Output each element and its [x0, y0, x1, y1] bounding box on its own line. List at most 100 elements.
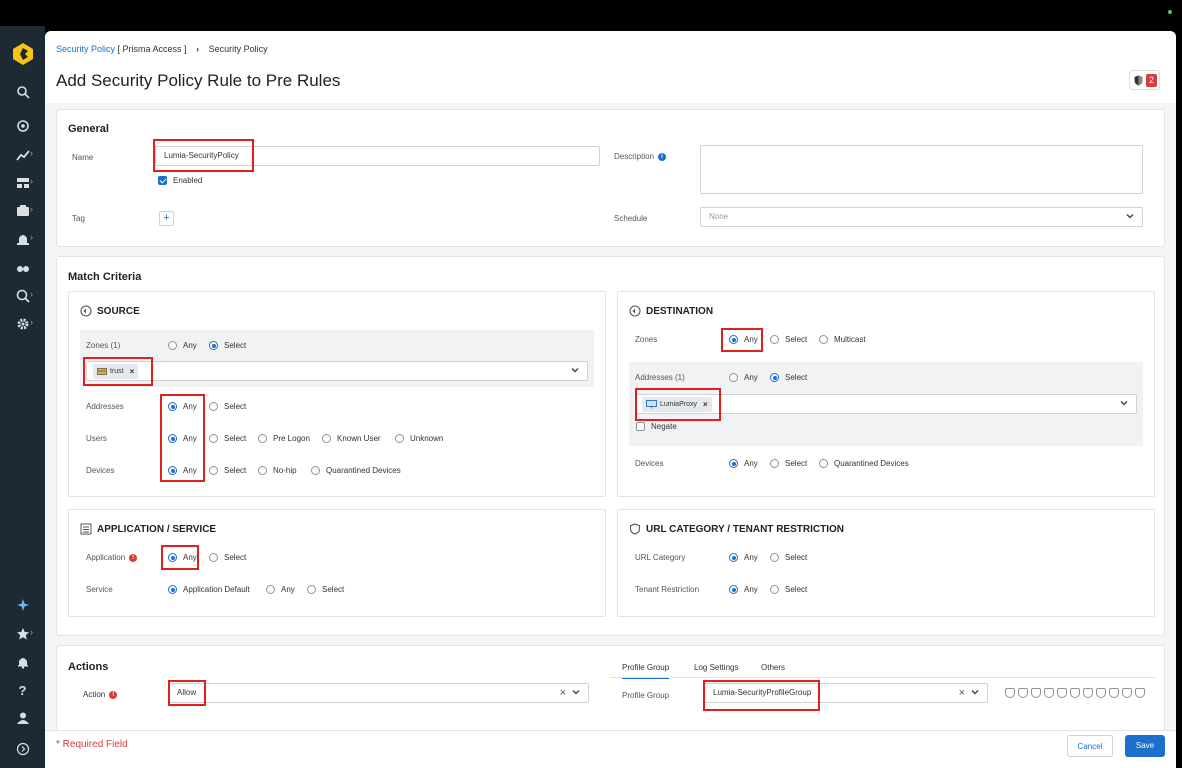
application-select-radio[interactable]: Select [209, 553, 246, 562]
destination-zones-label: Zones [635, 335, 658, 344]
nav-settings-icon[interactable]: › [0, 314, 45, 334]
page-title: Add Security Policy Rule to Pre Rules [56, 71, 341, 90]
url-select-radio[interactable]: Select [770, 553, 807, 562]
prisma-logo-icon[interactable] [12, 42, 34, 66]
nav-notifications-icon[interactable] [0, 652, 45, 672]
service-any-radio[interactable]: Any [266, 585, 295, 594]
tag-label: Tag [72, 214, 85, 223]
description-textarea[interactable] [700, 145, 1143, 194]
dest-devices-any-radio[interactable]: Any [729, 459, 758, 468]
destination-title: DESTINATION [629, 305, 713, 317]
dest-devices-select-radio[interactable]: Select [770, 459, 807, 468]
service-select-radio[interactable]: Select [307, 585, 344, 594]
source-devices-nohip-radio[interactable]: No-hip [258, 466, 297, 475]
nav-favorites-icon[interactable]: › [0, 624, 45, 644]
url-category-title: URL CATEGORY / TENANT RESTRICTION [629, 523, 844, 535]
tenant-any-radio[interactable]: Any [729, 585, 758, 594]
source-zones-input[interactable] [86, 361, 588, 381]
schedule-label: Schedule [614, 214, 648, 223]
http-header-icon [1135, 688, 1145, 698]
main-panel: Security Policy [ Prisma Access ] › Secu… [45, 31, 1176, 768]
service-app-default-radio[interactable]: Application Default [168, 585, 250, 594]
nav-reports-icon[interactable]: › [0, 286, 45, 306]
profile-icons [1005, 688, 1145, 698]
source-zones-any-radio[interactable]: Any [168, 341, 197, 350]
dest-addresses-any-radio[interactable]: Any [729, 373, 758, 382]
match-criteria-card: Match Criteria SOURCE Zones (1) Any Sele… [56, 256, 1165, 636]
breadcrumb-scope: [ Prisma Access ] [117, 44, 187, 54]
nav-manage-icon[interactable]: › [0, 173, 45, 193]
users-unknown-radio[interactable]: Unknown [395, 434, 443, 443]
action-select[interactable]: Allow × [168, 683, 589, 703]
dest-devices-label: Devices [635, 459, 664, 468]
zone-tag-highlight [83, 357, 153, 386]
url-category-panel: URL CATEGORY / TENANT RESTRICTION URL Ca… [617, 509, 1155, 617]
application-service-panel: APPLICATION / SERVICE Application! Any S… [68, 509, 606, 617]
nav-ai-sparkle-icon[interactable] [0, 595, 45, 615]
users-known-user-radio[interactable]: Known User [322, 434, 381, 443]
nav-insights-icon[interactable] [0, 258, 45, 278]
nav-help-icon[interactable]: ? [0, 680, 45, 700]
application-list-icon [80, 523, 92, 535]
form-footer [45, 730, 1176, 768]
tab-log-settings[interactable]: Log Settings [694, 663, 738, 672]
nav-incidents-icon[interactable]: › [0, 229, 45, 249]
users-prelogon-radio[interactable]: Pre Logon [258, 434, 310, 443]
page-header: Security Policy [ Prisma Access ] › Secu… [45, 31, 1176, 103]
chevron-down-icon [571, 368, 579, 373]
dest-zones-select-radio[interactable]: Select [770, 335, 807, 344]
url-any-radio[interactable]: Any [729, 553, 758, 562]
status-dot [1168, 10, 1172, 14]
users-select-radio[interactable]: Select [209, 434, 246, 443]
source-addresses-select-radio[interactable]: Select [209, 402, 246, 411]
dest-addresses-select-radio[interactable]: Select [770, 373, 807, 382]
schedule-value: None [709, 212, 729, 221]
saas-security-icon [1109, 688, 1119, 698]
enabled-checkbox[interactable] [158, 176, 167, 185]
badge-count: 2 [1146, 73, 1157, 87]
nav-dashboard-icon[interactable] [0, 116, 45, 136]
chevron-down-icon [572, 690, 580, 695]
match-criteria-title: Match Criteria [68, 271, 142, 283]
nav-user-icon[interactable] [0, 708, 45, 728]
actions-title: Actions [68, 661, 109, 673]
source-zones-select-radio[interactable]: Select [209, 341, 246, 350]
dest-addresses-label: Addresses (1) [635, 373, 685, 382]
tenant-restriction-label: Tenant Restriction [635, 585, 700, 594]
schedule-select[interactable]: None [700, 207, 1143, 227]
data-filtering-icon [1070, 688, 1080, 698]
source-devices-quarantined-radio[interactable]: Quarantined Devices [311, 466, 401, 475]
nav-workflows-icon[interactable]: › [0, 201, 45, 221]
dest-devices-quarantined-radio[interactable]: Quarantined Devices [819, 459, 909, 468]
nav-activity-icon[interactable]: › [0, 145, 45, 165]
cancel-button[interactable]: Cancel [1067, 735, 1113, 757]
name-highlight [153, 139, 254, 172]
clear-icon[interactable]: × [560, 684, 566, 702]
negate-checkbox[interactable] [636, 422, 645, 431]
clear-icon[interactable]: × [959, 684, 965, 702]
source-panel: SOURCE Zones (1) Any Select trust × Addre… [68, 291, 606, 497]
source-devices-select-radio[interactable]: Select [209, 466, 246, 475]
description-label: Description i [614, 152, 667, 161]
url-filtering-icon [1044, 688, 1054, 698]
source-zones-label: Zones (1) [86, 341, 121, 350]
save-button[interactable]: Save [1125, 735, 1165, 757]
enabled-label: Enabled [173, 176, 203, 185]
breadcrumb-link[interactable]: Security Policy [56, 44, 115, 54]
actions-card: Actions Action! Allow × Profile Group Lo… [56, 645, 1165, 735]
nav-expand-icon[interactable] [0, 739, 45, 759]
application-label: Application! [86, 553, 138, 562]
service-label: Service [86, 585, 113, 594]
policy-badge[interactable]: 2 [1129, 70, 1160, 90]
left-nav: › › › › › › › ? [0, 26, 45, 768]
nav-search-icon[interactable] [0, 82, 45, 102]
tab-others[interactable]: Others [761, 663, 785, 672]
required-field-note: * Required Field [56, 739, 128, 750]
url-category-label: URL Category [635, 553, 686, 562]
tenant-select-radio[interactable]: Select [770, 585, 807, 594]
add-tag-button[interactable]: + [159, 211, 174, 226]
info-icon[interactable]: i [658, 152, 667, 161]
wildfire-icon [1083, 688, 1093, 698]
chevron-down-icon [1126, 214, 1134, 219]
dest-zones-multicast-radio[interactable]: Multicast [819, 335, 866, 344]
